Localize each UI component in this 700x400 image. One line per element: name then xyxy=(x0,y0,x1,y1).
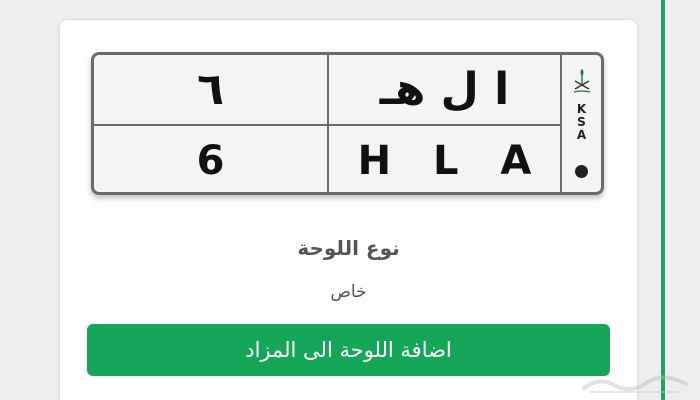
saudi-emblem-icon xyxy=(573,69,590,93)
plate-country-strip: K S A xyxy=(562,55,601,192)
haraj-watermark-icon xyxy=(582,375,688,393)
plate-type-value: خاص xyxy=(330,282,367,302)
plate-english-number: 6 xyxy=(94,126,329,192)
side-divider xyxy=(661,0,665,400)
country-letter-a: A xyxy=(576,128,587,142)
plate-english-letters: H L A xyxy=(357,137,546,184)
page: ٦ ا ل هـ 6 H L A K S A نوع اللوحة خاص اض… xyxy=(0,0,700,400)
plate-english-letters-cell: H L A xyxy=(329,126,562,192)
plate-country-code: K S A xyxy=(577,103,586,142)
plate-type-label: نوع اللوحة xyxy=(297,236,400,260)
plate-arabic-number: ٦ xyxy=(94,55,329,126)
plate-screw-dot xyxy=(575,165,588,178)
license-plate: ٦ ا ل هـ 6 H L A K S A xyxy=(91,52,604,195)
plate-arabic-letters: ا ل هـ xyxy=(329,55,562,126)
add-plate-to-auction-button[interactable]: اضافة اللوحة الى المزاد xyxy=(87,324,610,376)
add-plate-to-auction-label: اضافة اللوحة الى المزاد xyxy=(245,338,452,362)
